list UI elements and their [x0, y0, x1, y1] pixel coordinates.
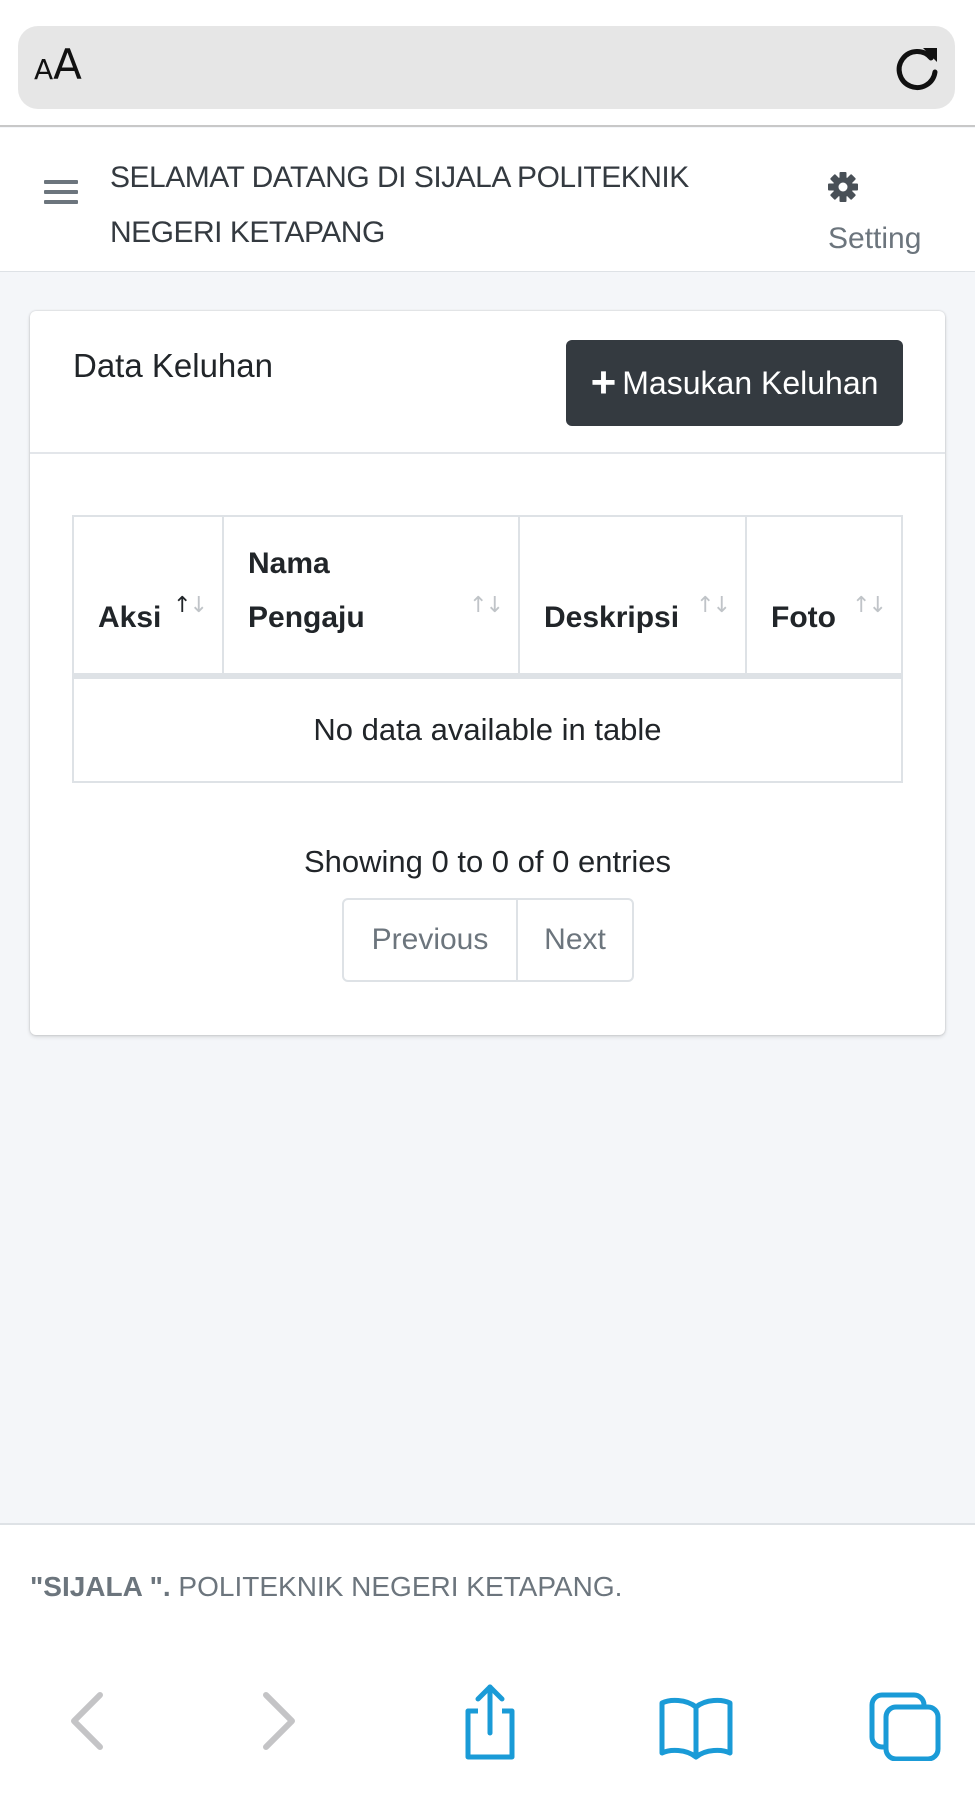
column-label-foto: Foto	[771, 601, 836, 634]
previous-page-button[interactable]: Previous	[344, 900, 518, 980]
pagination: Previous Next	[342, 898, 634, 982]
add-keluhan-label: Masukan Keluhan	[622, 364, 879, 401]
menu-icon[interactable]	[44, 180, 78, 214]
keluhan-table: Aksi ↑↓ Nama Pengaju ↑↓ Deskripsi ↑↓ Fot…	[72, 515, 903, 783]
footer-text: "SIJALA ". POLITEKNIK NEGERI KETAPANG.	[30, 1571, 622, 1603]
column-header-deskripsi[interactable]: Deskripsi ↑↓	[520, 517, 747, 673]
column-header-foto[interactable]: Foto ↑↓	[747, 517, 901, 673]
footer-brand: "SIJALA ".	[30, 1571, 171, 1602]
table-info: Showing 0 to 0 of 0 entries	[303, 844, 672, 879]
empty-table-row: No data available in table	[313, 712, 662, 747]
setting-button[interactable]: Setting	[820, 170, 940, 270]
tabs-icon[interactable]	[866, 1681, 946, 1762]
share-icon[interactable]	[450, 1681, 530, 1761]
footer-institution: POLITEKNIK NEGERI KETAPANG.	[170, 1571, 623, 1602]
sort-icon: ↑↓	[852, 593, 887, 618]
bookmarks-icon[interactable]	[656, 1681, 736, 1761]
card-title: Data Keluhan	[73, 347, 273, 384]
sort-icon: ↑↓	[469, 593, 504, 618]
page-footer: "SIJALA ". POLITEKNIK NEGERI KETAPANG.	[0, 1523, 975, 1651]
sort-icon: ↑↓	[173, 593, 208, 618]
column-label-deskripsi: Deskripsi	[544, 601, 680, 634]
page-title: SELAMAT DATANG DI SIJALA POLITEKNIK NEGE…	[110, 161, 689, 249]
column-header-aksi[interactable]: Aksi ↑↓	[74, 517, 224, 673]
column-header-nama-pengaju[interactable]: Nama Pengaju ↑↓	[224, 517, 520, 673]
app-navbar: SELAMAT DATANG DI SIJALA POLITEKNIK NEGE…	[0, 128, 975, 272]
url-bar[interactable]: A A	[18, 26, 955, 109]
table-header-row: Aksi ↑↓ Nama Pengaju ↑↓ Deskripsi ↑↓ Fot…	[74, 517, 901, 679]
column-label-aksi: Aksi	[98, 601, 162, 634]
browser-bottom-bar	[0, 1651, 975, 1793]
browser-top-bar: A A	[0, 0, 975, 127]
text-size-button[interactable]: A A	[34, 38, 82, 98]
next-page-button[interactable]: Next	[518, 900, 632, 980]
back-icon[interactable]	[48, 1681, 128, 1761]
plus-icon: +	[590, 358, 617, 407]
card-header: Data Keluhan + Masukan Keluhan	[30, 311, 945, 454]
add-keluhan-button[interactable]: + Masukan Keluhan	[566, 340, 903, 426]
setting-label: Setting	[828, 222, 922, 255]
keluhan-card: Data Keluhan + Masukan Keluhan Aksi ↑↓ N…	[30, 311, 945, 1035]
reload-icon[interactable]	[887, 38, 947, 98]
gear-icon	[826, 170, 860, 204]
column-label-nama-pengaju: Nama Pengaju	[248, 547, 365, 634]
aa-big-letter: A	[53, 40, 82, 89]
forward-icon[interactable]	[238, 1681, 318, 1761]
sort-icon: ↑↓	[696, 593, 731, 618]
aa-small-letter: A	[34, 53, 54, 86]
